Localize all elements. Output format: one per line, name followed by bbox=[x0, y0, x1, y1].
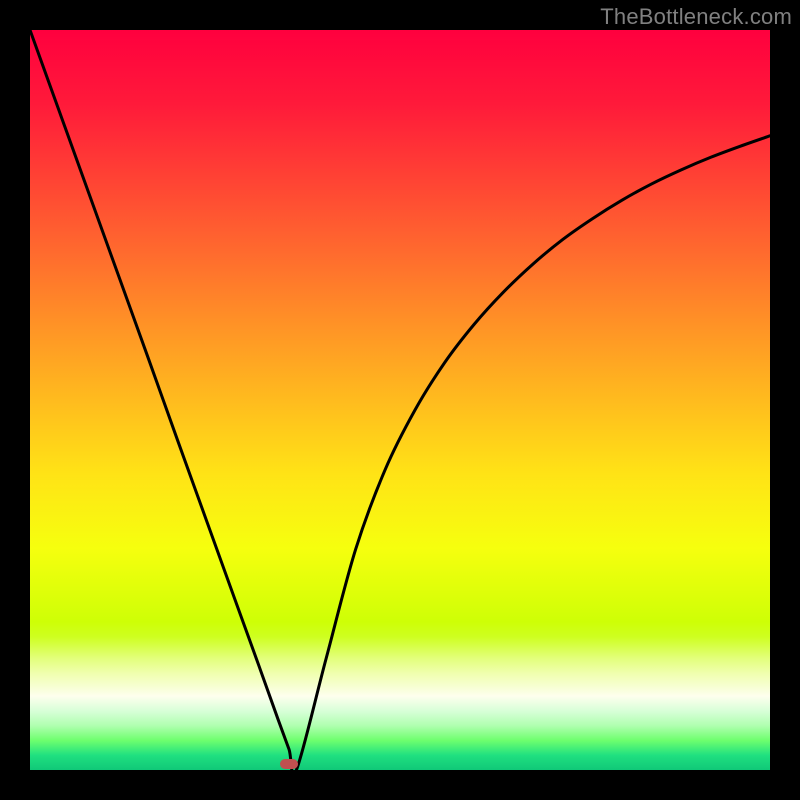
chart-container: TheBottleneck.com bbox=[0, 0, 800, 800]
watermark-text: TheBottleneck.com bbox=[600, 4, 792, 30]
minimum-marker bbox=[280, 759, 298, 769]
curve-path bbox=[30, 30, 770, 770]
curve-svg bbox=[30, 30, 770, 770]
plot-area bbox=[30, 30, 770, 770]
